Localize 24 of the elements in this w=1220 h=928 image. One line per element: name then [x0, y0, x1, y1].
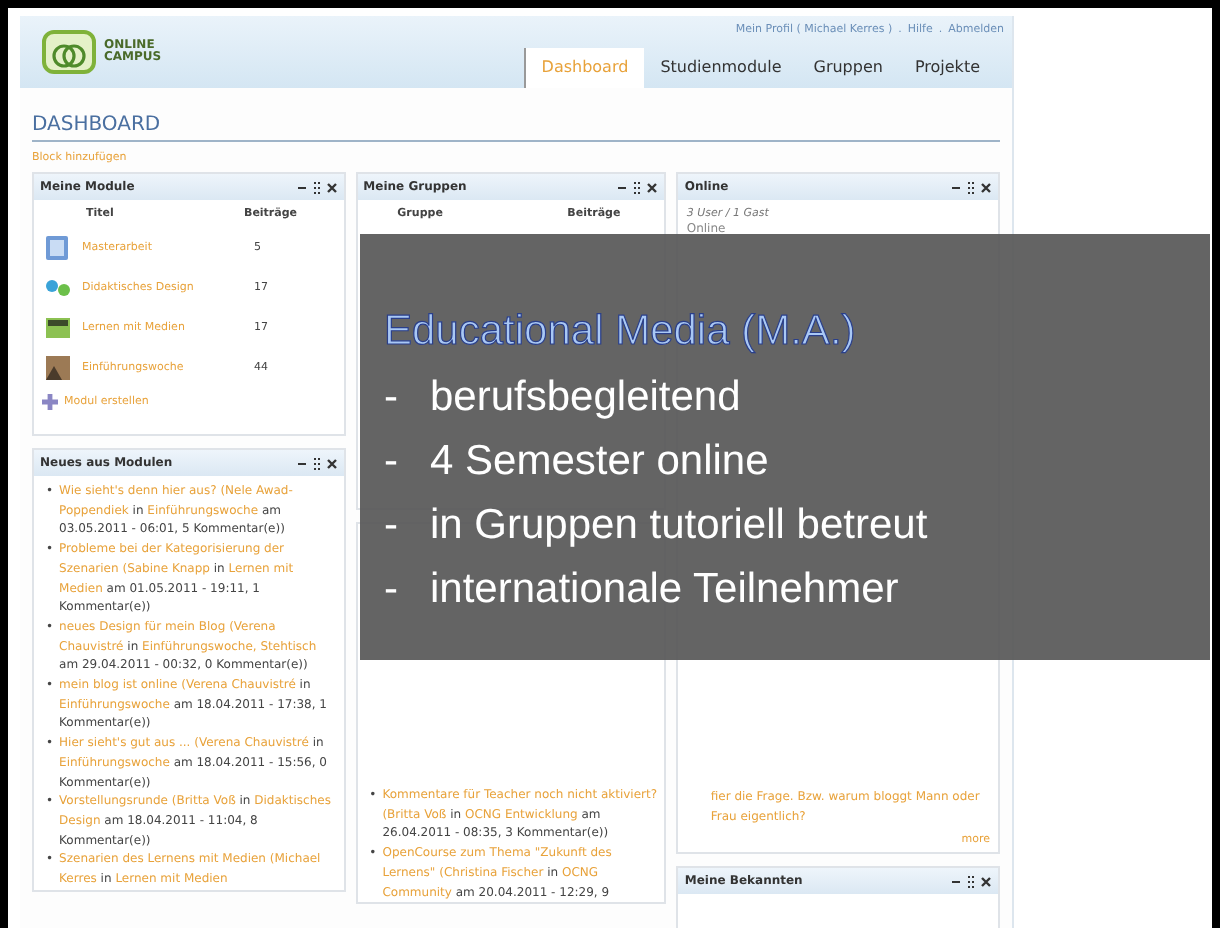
logo-icon: [40, 26, 100, 78]
nav-tab[interactable]: Projekte: [898, 48, 996, 88]
bullet-marker: -: [384, 436, 400, 488]
block-controls-icon[interactable]: [618, 181, 659, 193]
page-title: DASHBOARD: [32, 88, 1000, 142]
bullet-text: internationale Teilnehmer: [430, 564, 899, 616]
overlay-title: Educational Media (M.A.): [384, 306, 858, 358]
bullet-text: in Gruppen tutoriell betreut: [430, 500, 928, 552]
bullet-text: 4 Semester online: [430, 436, 769, 488]
block-controls-icon[interactable]: [297, 181, 338, 193]
bullet-marker: -: [384, 372, 400, 424]
bullet-marker: -: [384, 500, 400, 552]
add-icon: [42, 394, 58, 410]
bullet-text: berufsbegleitend: [430, 372, 741, 424]
bullet-marker: -: [384, 564, 400, 616]
module-icon: [44, 314, 72, 342]
block-controls-icon[interactable]: [952, 875, 992, 888]
block-controls-icon[interactable]: [297, 457, 338, 469]
block-controls-icon[interactable]: [952, 181, 992, 193]
nav-tab[interactable]: Gruppen: [797, 48, 899, 88]
module-icon: [44, 354, 72, 382]
nav-tab[interactable]: Studienmodule: [644, 48, 798, 88]
module-icon: [44, 274, 72, 302]
module-icon: [44, 234, 72, 262]
